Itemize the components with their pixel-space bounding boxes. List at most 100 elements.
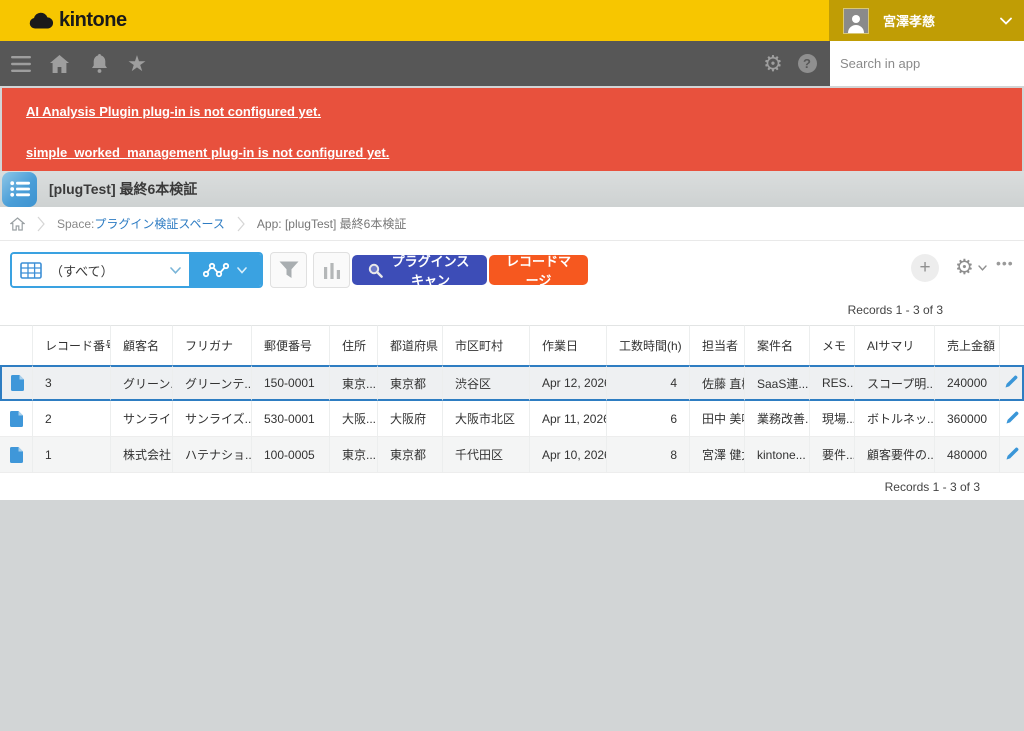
app-title-bar: [plugTest] 最終6本検証	[0, 171, 1024, 207]
breadcrumb-app-text: App: [plugTest] 最終6本検証	[257, 215, 406, 232]
table-cell-project: 業務改善...	[745, 401, 810, 437]
table-cell-customer: サンライ...	[111, 401, 173, 437]
table-header-row: レコード番号顧客名フリガナ郵便番号住所都道府県市区町村作業日工数時間(h)担当者…	[0, 325, 1024, 365]
records-count-bottom: Records 1 - 3 of 3	[885, 480, 980, 494]
record-document-icon[interactable]	[0, 365, 33, 401]
table-row[interactable]: 1株式会社...ハテナショ...100-0005東京...東京都千代田区Apr …	[0, 437, 1024, 473]
column-header: AIサマリ	[855, 325, 935, 365]
table-row[interactable]: 3グリーン...グリーンテ...150-0001東京...東京都渋谷区Apr 1…	[0, 365, 1024, 401]
table-cell-hours: 4	[607, 365, 690, 401]
table-cell-project: SaaS連...	[745, 365, 810, 401]
global-toolbar: ★ ⚙ ?	[0, 41, 1024, 86]
column-header: 作業日	[530, 325, 607, 365]
view-settings-button[interactable]: ⚙	[955, 257, 987, 278]
table-cell-city: 渋谷区	[443, 365, 530, 401]
chevron-down-icon	[1000, 17, 1012, 25]
alert-link-simple-worked[interactable]: simple_worked_management plug-in is not …	[26, 143, 998, 163]
table-cell-assignee: 宮澤 健太	[690, 437, 745, 473]
more-options-button[interactable]: •••	[996, 255, 1014, 271]
table-cell-assignee: 田中 美咲	[690, 401, 745, 437]
table-cell-address: 東京...	[330, 437, 378, 473]
table-cell-ai_summary: ボトルネッ...	[855, 401, 935, 437]
table-cell-address: 東京...	[330, 365, 378, 401]
notification-bell-icon[interactable]	[88, 53, 110, 75]
user-menu[interactable]: 宮澤孝慈	[829, 0, 1024, 41]
table-cell-project: kintone...	[745, 437, 810, 473]
table-cell-memo: 現場...	[810, 401, 855, 437]
gear-icon: ⚙	[955, 257, 974, 278]
home-icon[interactable]	[48, 53, 70, 75]
plugin-alert-banner: AI Analysis Plugin plug-in is not config…	[2, 88, 1022, 171]
edit-record-button[interactable]	[1000, 437, 1024, 473]
header-edit-col	[1000, 325, 1024, 365]
help-icon[interactable]: ?	[796, 53, 818, 75]
breadcrumb: Space: プラグイン検証スペース App: [plugTest] 最終6本検…	[0, 207, 1024, 241]
table-row[interactable]: 2サンライ...サンライズ...530-0001大阪...大阪府大阪市北区Apr…	[0, 401, 1024, 437]
pencil-icon[interactable]	[1005, 446, 1020, 461]
chart-button[interactable]	[313, 252, 350, 288]
search-input[interactable]	[830, 41, 1024, 86]
table-cell-work_date: Apr 12, 2026	[530, 365, 607, 401]
favorites-star-icon[interactable]: ★	[126, 53, 148, 75]
record-document-icon[interactable]	[0, 401, 33, 437]
record-merge-label: レコードマージ	[505, 251, 572, 289]
edit-record-button[interactable]	[1000, 401, 1024, 437]
table-cell-furigana: サンライズ...	[173, 401, 252, 437]
graph-view-button[interactable]	[189, 254, 261, 286]
chevron-down-icon	[978, 265, 987, 271]
pencil-icon[interactable]	[1005, 410, 1020, 425]
table-cell-ai_summary: スコープ明...	[855, 365, 935, 401]
alert-link-ai-analysis[interactable]: AI Analysis Plugin plug-in is not config…	[26, 102, 998, 122]
breadcrumb-separator-icon	[37, 216, 45, 232]
app-search	[830, 41, 1024, 86]
breadcrumb-home-icon[interactable]	[10, 217, 25, 231]
table-cell-prefecture: 東京都	[378, 365, 443, 401]
breadcrumb-separator-icon	[237, 216, 245, 232]
plugin-scan-button[interactable]: プラグインスキャン	[352, 255, 487, 285]
column-header: レコード番号	[33, 325, 111, 365]
table-cell-prefecture: 東京都	[378, 437, 443, 473]
record-merge-button[interactable]: レコードマージ	[489, 255, 588, 285]
settings-gear-icon[interactable]: ⚙	[762, 53, 784, 75]
table-cell-furigana: グリーンテ...	[173, 365, 252, 401]
table-body: 3グリーン...グリーンテ...150-0001東京...東京都渋谷区Apr 1…	[0, 365, 1024, 473]
table-cell-prefecture: 大阪府	[378, 401, 443, 437]
brand-name: kintone	[59, 9, 127, 32]
edit-record-button[interactable]	[1000, 365, 1024, 401]
table-cell-city: 大阪市北区	[443, 401, 530, 437]
column-header: 顧客名	[111, 325, 173, 365]
hamburger-menu-icon[interactable]	[10, 53, 32, 75]
view-selector-dropdown[interactable]: （すべて）	[12, 254, 189, 286]
record-document-icon[interactable]	[0, 437, 33, 473]
chevron-down-icon	[170, 267, 181, 274]
table-cell-hours: 6	[607, 401, 690, 437]
table-cell-ai_summary: 顧客要件の...	[855, 437, 935, 473]
table-cell-city: 千代田区	[443, 437, 530, 473]
cloud-icon	[28, 12, 54, 30]
table-cell-address: 大阪...	[330, 401, 378, 437]
column-header: 都道府県	[378, 325, 443, 365]
app-title: [plugTest] 最終6本検証	[49, 179, 197, 199]
table-cell-work_date: Apr 10, 2026	[530, 437, 607, 473]
pencil-icon[interactable]	[1004, 374, 1019, 389]
table-cell-furigana: ハテナショ...	[173, 437, 252, 473]
table-cell-record_no: 2	[33, 401, 111, 437]
brand-header: kintone 宮澤孝慈	[0, 0, 1024, 41]
filter-button[interactable]	[270, 252, 307, 288]
table-cell-memo: 要件...	[810, 437, 855, 473]
column-header: 郵便番号	[252, 325, 330, 365]
kintone-logo[interactable]: kintone	[28, 9, 127, 32]
table-cell-memo: RES...	[810, 365, 855, 401]
add-record-button[interactable]: +	[911, 254, 939, 282]
records-count-top: Records 1 - 3 of 3	[848, 303, 943, 317]
user-avatar-icon	[843, 8, 869, 34]
view-selector-label: （すべて）	[50, 261, 162, 280]
view-selector[interactable]: （すべて）	[10, 252, 263, 288]
table-cell-hours: 8	[607, 437, 690, 473]
column-header: 工数時間(h)	[607, 325, 690, 365]
table-cell-zip: 100-0005	[252, 437, 330, 473]
magnifier-icon	[368, 263, 383, 278]
table-cell-record_no: 3	[33, 365, 111, 401]
table-cell-customer: 株式会社...	[111, 437, 173, 473]
breadcrumb-space-link[interactable]: プラグイン検証スペース	[94, 215, 225, 232]
